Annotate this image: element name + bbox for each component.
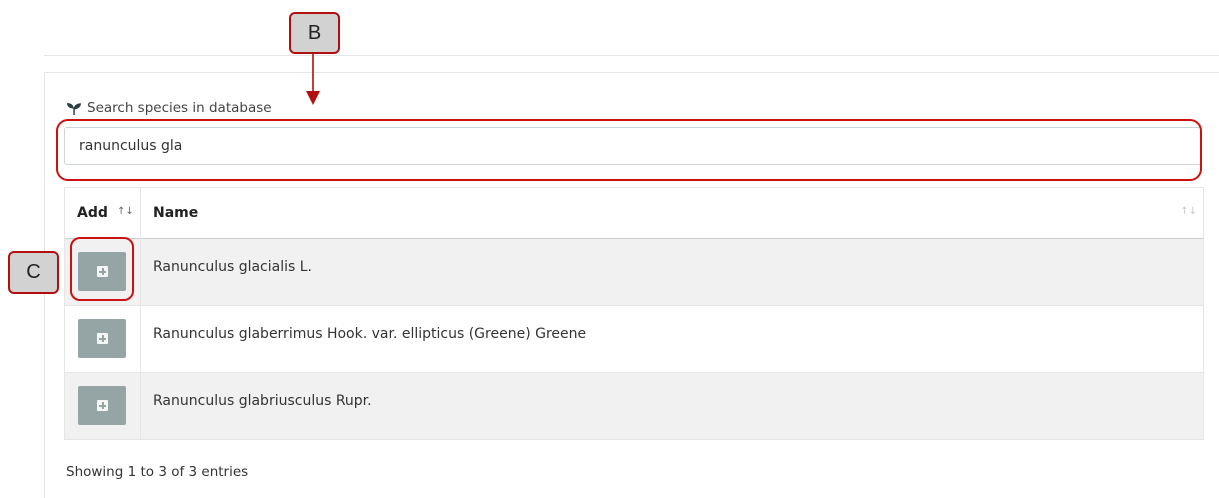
plus-square-icon — [97, 266, 108, 277]
search-label-text: Search species in database — [87, 100, 272, 116]
table-row: Ranunculus glabriusculus Rupr. — [64, 372, 1204, 440]
seedling-icon — [66, 102, 87, 115]
species-table: Add ↑↓ Name ↑↓ Ranunculus glacialis L. R… — [64, 187, 1204, 440]
species-name: Ranunculus glabriusculus Rupr. — [140, 372, 1204, 440]
add-cell — [64, 372, 141, 440]
table-row: Ranunculus glaberrimus Hook. var. ellipt… — [64, 305, 1204, 373]
divider — [44, 55, 1219, 56]
callout-c: C — [8, 251, 59, 294]
table-row: Ranunculus glacialis L. — [64, 238, 1204, 306]
species-name: Ranunculus glacialis L. — [140, 238, 1204, 306]
callout-b: B — [289, 12, 340, 54]
name-header-label: Name — [153, 205, 199, 221]
species-name: Ranunculus glaberrimus Hook. var. ellipt… — [140, 305, 1204, 373]
search-label: Search species in database — [66, 99, 272, 117]
add-column-header[interactable]: Add ↑↓ — [64, 187, 141, 239]
table-header-row: Add ↑↓ Name ↑↓ — [64, 187, 1204, 239]
sort-arrows-icon: ↑↓ — [1180, 206, 1197, 217]
search-input[interactable] — [64, 127, 1202, 165]
add-species-button[interactable] — [78, 386, 126, 425]
add-species-button[interactable] — [78, 252, 126, 291]
page: Search species in database Add ↑↓ Name ↑… — [0, 0, 1219, 498]
add-header-label: Add — [77, 205, 108, 221]
table-info: Showing 1 to 3 of 3 entries — [66, 464, 249, 480]
add-cell — [64, 238, 141, 306]
add-species-button[interactable] — [78, 319, 126, 358]
name-column-header[interactable]: Name ↑↓ — [140, 187, 1204, 239]
arrow-down-icon — [306, 54, 320, 105]
sort-arrows-icon: ↑↓ — [117, 206, 134, 217]
add-cell — [64, 305, 141, 373]
plus-square-icon — [97, 400, 108, 411]
plus-square-icon — [97, 333, 108, 344]
